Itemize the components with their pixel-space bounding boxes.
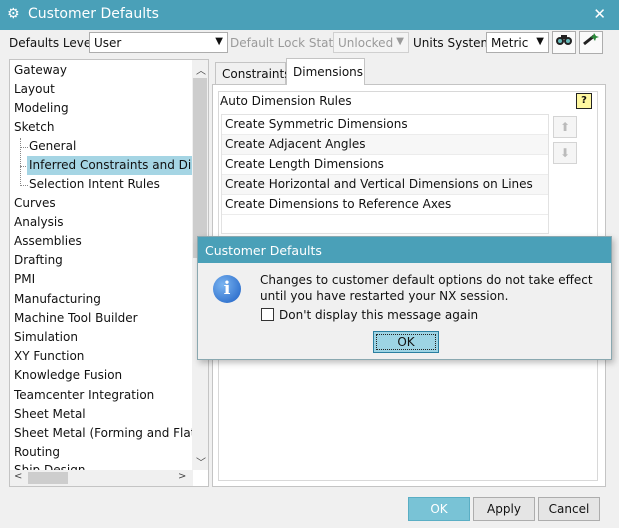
message-dialog: Customer Defaults i Changes to customer … bbox=[197, 236, 612, 360]
wand-icon bbox=[582, 33, 600, 50]
list-item[interactable]: Create Length Dimensions bbox=[222, 155, 548, 175]
tree-item-analysis[interactable]: Analysis bbox=[14, 213, 63, 232]
scroll-right-icon[interactable]: > bbox=[178, 471, 186, 482]
lock-state-select: Unlocked ▼ bbox=[333, 32, 409, 53]
tree-item-simulation[interactable]: Simulation bbox=[14, 328, 78, 347]
tree-item-machine-tool-builder[interactable]: Machine Tool Builder bbox=[14, 309, 138, 328]
gear-icon: ⚙ bbox=[7, 6, 20, 22]
defaults-level-value: User bbox=[94, 36, 122, 50]
binoculars-icon bbox=[555, 35, 573, 50]
tree-item-pmi[interactable]: PMI bbox=[14, 270, 35, 289]
tree-item-teamcenter-integration[interactable]: Teamcenter Integration bbox=[14, 386, 154, 405]
dialog-title: Customer Defaults bbox=[205, 243, 322, 258]
move-down-button[interactable]: ⬇ bbox=[553, 142, 577, 164]
tree-item-ship-design[interactable]: Ship Design bbox=[14, 461, 85, 470]
lock-state-label: Default Lock State bbox=[230, 36, 341, 50]
rules-title: Auto Dimension Rules bbox=[220, 94, 352, 108]
tree-item-knowledge-fusion[interactable]: Knowledge Fusion bbox=[14, 366, 122, 385]
close-icon[interactable]: ✕ bbox=[593, 5, 606, 23]
tree-item-modeling[interactable]: Modeling bbox=[14, 99, 69, 118]
units-system-value: Metric bbox=[491, 36, 529, 50]
list-item[interactable]: Create Symmetric Dimensions bbox=[222, 115, 548, 135]
rules-list[interactable]: Create Symmetric Dimensions Create Adjac… bbox=[221, 114, 549, 234]
dialog-message: Changes to customer default options do n… bbox=[260, 273, 593, 303]
tree-horizontal-scrollbar[interactable]: < > bbox=[10, 470, 193, 486]
info-icon: i bbox=[213, 275, 241, 303]
units-system-select[interactable]: Metric ▼ bbox=[486, 32, 549, 53]
defaults-level-select[interactable]: User ▼ bbox=[89, 32, 228, 53]
help-icon[interactable]: ? bbox=[576, 93, 592, 109]
cancel-button[interactable]: Cancel bbox=[538, 497, 600, 521]
tree-connector bbox=[20, 185, 28, 187]
arrow-down-icon: ⬇ bbox=[559, 146, 571, 160]
scroll-thumb[interactable] bbox=[28, 472, 68, 484]
arrow-up-icon: ⬆ bbox=[559, 120, 571, 134]
tree-item-routing[interactable]: Routing bbox=[14, 443, 60, 462]
chevron-down-icon: ▼ bbox=[215, 36, 223, 47]
tree-connector bbox=[20, 138, 22, 186]
tree-item-gateway[interactable]: Gateway bbox=[14, 61, 67, 80]
chevron-down-icon: ▼ bbox=[536, 36, 544, 47]
category-tree[interactable]: Gateway Layout Modeling Sketch General I… bbox=[9, 59, 209, 487]
chevron-down-icon: ▼ bbox=[396, 36, 404, 47]
title-bar: ⚙ Customer Defaults ✕ bbox=[0, 0, 619, 30]
wizard-button[interactable] bbox=[579, 31, 603, 54]
apply-button[interactable]: Apply bbox=[473, 497, 535, 521]
find-button[interactable] bbox=[552, 31, 576, 54]
dont-show-again-checkbox[interactable] bbox=[261, 308, 274, 321]
dont-show-again-label[interactable]: Don't display this message again bbox=[279, 308, 478, 322]
tree-item-general[interactable]: General bbox=[29, 137, 76, 156]
dialog-title-bar: Customer Defaults bbox=[198, 237, 611, 263]
scroll-thumb[interactable] bbox=[193, 78, 207, 258]
tree-item-curves[interactable]: Curves bbox=[14, 194, 56, 213]
move-up-button[interactable]: ⬆ bbox=[553, 116, 577, 138]
tree-item-drafting[interactable]: Drafting bbox=[14, 251, 63, 270]
tree-item-assemblies[interactable]: Assemblies bbox=[14, 232, 82, 251]
scroll-up-icon[interactable]: ︿ bbox=[196, 62, 206, 77]
tree-item-sheet-metal-forming[interactable]: Sheet Metal (Forming and Flatte bbox=[14, 424, 208, 443]
tree-item-selection-intent-rules[interactable]: Selection Intent Rules bbox=[29, 175, 160, 194]
tree-item-sketch[interactable]: Sketch bbox=[14, 118, 54, 137]
list-item[interactable]: Create Adjacent Angles bbox=[222, 135, 548, 155]
list-item[interactable]: Create Dimensions to Reference Axes bbox=[222, 195, 548, 215]
units-system-label: Units System bbox=[413, 36, 493, 50]
tree-connector bbox=[20, 147, 28, 149]
tab-constraints[interactable]: Constraints bbox=[215, 62, 290, 84]
dialog-ok-button[interactable]: OK bbox=[373, 331, 439, 353]
tree-item-sheet-metal[interactable]: Sheet Metal bbox=[14, 405, 86, 424]
scroll-left-icon[interactable]: < bbox=[14, 471, 22, 482]
window-title: Customer Defaults bbox=[28, 6, 159, 22]
tree-item-layout[interactable]: Layout bbox=[14, 80, 55, 99]
tree-item-inferred-constraints[interactable]: Inferred Constraints and Dime bbox=[27, 156, 194, 175]
list-item[interactable]: Create Horizontal and Vertical Dimension… bbox=[222, 175, 548, 195]
tree-item-manufacturing[interactable]: Manufacturing bbox=[14, 290, 101, 309]
ok-button[interactable]: OK bbox=[408, 497, 470, 521]
scroll-down-icon[interactable]: ﹀ bbox=[196, 454, 206, 469]
tree-item-xy-function[interactable]: XY Function bbox=[14, 347, 84, 366]
tab-dimensions[interactable]: Dimensions bbox=[286, 58, 365, 85]
lock-state-value: Unlocked bbox=[338, 36, 394, 50]
defaults-level-label: Defaults Level bbox=[9, 36, 95, 50]
